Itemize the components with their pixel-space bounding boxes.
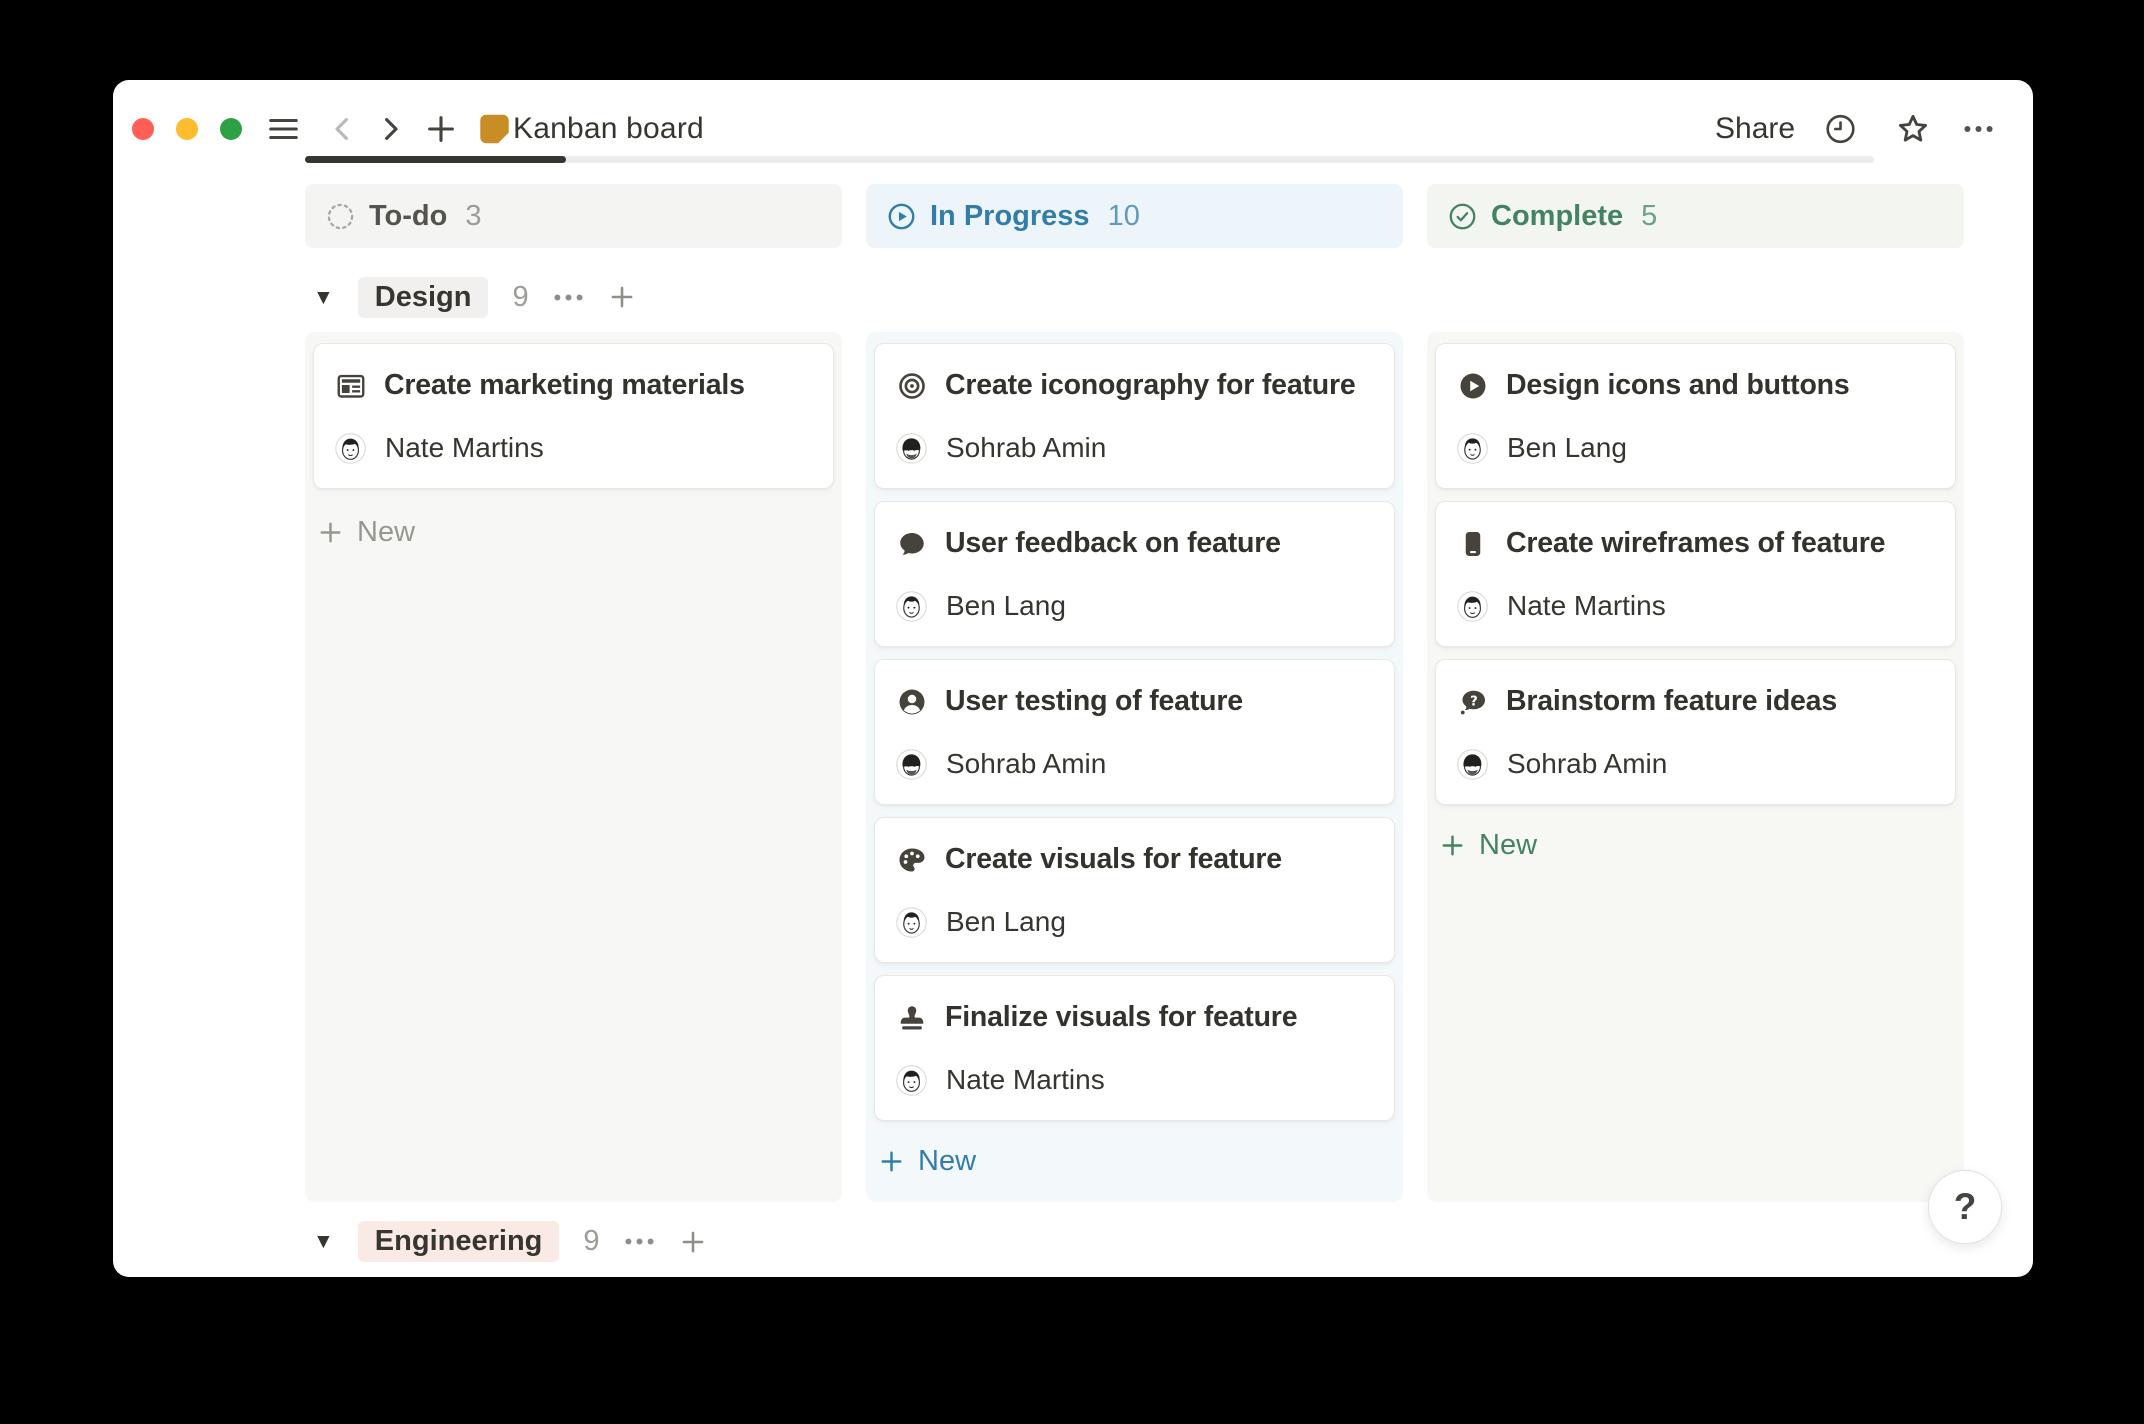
- close-window-button[interactable]: [132, 118, 154, 140]
- user-circle-icon: [897, 687, 927, 717]
- favorite-icon[interactable]: [1895, 111, 1931, 147]
- collapse-triangle-icon[interactable]: ▼: [313, 1231, 334, 1252]
- avatar: [1457, 749, 1488, 780]
- column-count: 3: [465, 200, 481, 233]
- kanban-card[interactable]: Brainstorm feature ideas Sohrab Amin: [1435, 659, 1956, 805]
- titlebar: Kanban board Share: [113, 80, 2033, 178]
- page-icon: [479, 114, 510, 145]
- avatar: [896, 907, 927, 938]
- group-count: 9: [512, 281, 528, 314]
- assignee-name: Nate Martins: [1507, 590, 1666, 622]
- card-title: Create iconography for feature: [945, 369, 1356, 402]
- avatar: [896, 591, 927, 622]
- kanban-card[interactable]: Create wireframes of feature Nate Martin…: [1435, 501, 1956, 647]
- newspaper-icon: [336, 371, 366, 401]
- new-card-button-todo[interactable]: New: [317, 512, 415, 552]
- help-button[interactable]: ?: [1928, 1170, 2002, 1244]
- plus-icon: [1439, 832, 1466, 859]
- kanban-card[interactable]: User feedback on feature Ben Lang: [874, 501, 1395, 647]
- column-label: In Progress: [930, 200, 1090, 233]
- target-icon: [897, 371, 927, 401]
- palette-icon: [897, 845, 927, 875]
- assignee-name: Nate Martins: [946, 1064, 1105, 1096]
- window-controls: [132, 118, 242, 140]
- plus-icon: [317, 519, 344, 546]
- group-more-icon[interactable]: [624, 1237, 655, 1246]
- column-count: 5: [1641, 200, 1657, 233]
- minimize-window-button[interactable]: [176, 118, 198, 140]
- back-icon[interactable]: [327, 113, 357, 145]
- avatar: [335, 433, 366, 464]
- history-icon[interactable]: [1824, 113, 1857, 146]
- group-row-design: ▼ Design 9: [313, 277, 636, 317]
- phone-icon: [1458, 529, 1488, 559]
- collapse-triangle-icon[interactable]: ▼: [313, 287, 334, 308]
- sidebar-menu-icon[interactable]: [265, 112, 302, 146]
- card-title: Create visuals for feature: [945, 843, 1282, 876]
- group-row-engineering: ▼ Engineering 9: [313, 1220, 707, 1263]
- kanban-card[interactable]: Create iconography for feature Sohrab Am…: [874, 343, 1395, 489]
- column-header-in-progress[interactable]: In Progress 10: [866, 184, 1403, 248]
- zoom-window-button[interactable]: [220, 118, 242, 140]
- play-circle-icon: [887, 202, 916, 231]
- card-title: User testing of feature: [945, 685, 1243, 718]
- column-label: Complete: [1491, 200, 1623, 233]
- assignee-name: Nate Martins: [385, 432, 544, 464]
- card-title: Create marketing materials: [384, 369, 745, 402]
- play-circle-icon: [1458, 371, 1488, 401]
- stamp-icon: [897, 1003, 927, 1033]
- horizontal-scrollbar-track: [305, 156, 1874, 163]
- new-card-button-complete[interactable]: New: [1439, 825, 1537, 865]
- kanban-card[interactable]: Create marketing materials Nate Martins: [313, 343, 834, 489]
- group-pill-engineering[interactable]: Engineering: [358, 1221, 560, 1262]
- column-label: To-do: [369, 200, 447, 233]
- card-title: Create wireframes of feature: [1506, 527, 1885, 560]
- column-count: 10: [1108, 200, 1140, 233]
- avatar: [1457, 433, 1488, 464]
- card-title: Finalize visuals for feature: [945, 1001, 1297, 1034]
- group-count: 9: [583, 1225, 599, 1258]
- avatar: [1457, 591, 1488, 622]
- group-more-icon[interactable]: [553, 293, 584, 302]
- card-title: User feedback on feature: [945, 527, 1281, 560]
- assignee-name: Sohrab Amin: [946, 432, 1106, 464]
- assignee-name: Ben Lang: [1507, 432, 1627, 464]
- app-window: Kanban board Share To-do 3 In Progress 1…: [113, 80, 2033, 1277]
- speech-bubble-icon: [897, 529, 927, 559]
- column-header-complete[interactable]: Complete 5: [1427, 184, 1964, 248]
- assignee-name: Sohrab Amin: [946, 748, 1106, 780]
- kanban-card[interactable]: Finalize visuals for feature Nate Martin…: [874, 975, 1395, 1121]
- dashed-circle-icon: [326, 202, 355, 231]
- check-circle-icon: [1448, 202, 1477, 231]
- new-card-button-in-progress[interactable]: New: [878, 1141, 976, 1181]
- group-pill-design[interactable]: Design: [358, 277, 489, 318]
- card-title: Brainstorm feature ideas: [1506, 685, 1837, 718]
- group-add-icon[interactable]: [608, 283, 636, 311]
- share-button[interactable]: Share: [1715, 112, 1795, 146]
- assignee-name: Sohrab Amin: [1507, 748, 1667, 780]
- horizontal-scrollbar-thumb[interactable]: [305, 156, 566, 163]
- assignee-name: Ben Lang: [946, 590, 1066, 622]
- kanban-card[interactable]: User testing of feature Sohrab Amin: [874, 659, 1395, 805]
- page-title[interactable]: Kanban board: [513, 112, 704, 146]
- desktop-background: { "titlebar": { "title": "Kanban board",…: [0, 0, 2144, 1424]
- plus-icon: [878, 1148, 905, 1175]
- column-header-todo[interactable]: To-do 3: [305, 184, 842, 248]
- assignee-name: Ben Lang: [946, 906, 1066, 938]
- avatar: [896, 749, 927, 780]
- group-add-icon[interactable]: [679, 1228, 707, 1256]
- new-page-icon[interactable]: [424, 112, 458, 146]
- thought-bubble-icon: [1458, 687, 1488, 717]
- more-icon[interactable]: [1963, 125, 1994, 134]
- forward-icon[interactable]: [376, 113, 406, 145]
- kanban-card[interactable]: Design icons and buttons Ben Lang: [1435, 343, 1956, 489]
- avatar: [896, 1065, 927, 1096]
- card-title: Design icons and buttons: [1506, 369, 1850, 402]
- avatar: [896, 433, 927, 464]
- kanban-card[interactable]: Create visuals for feature Ben Lang: [874, 817, 1395, 963]
